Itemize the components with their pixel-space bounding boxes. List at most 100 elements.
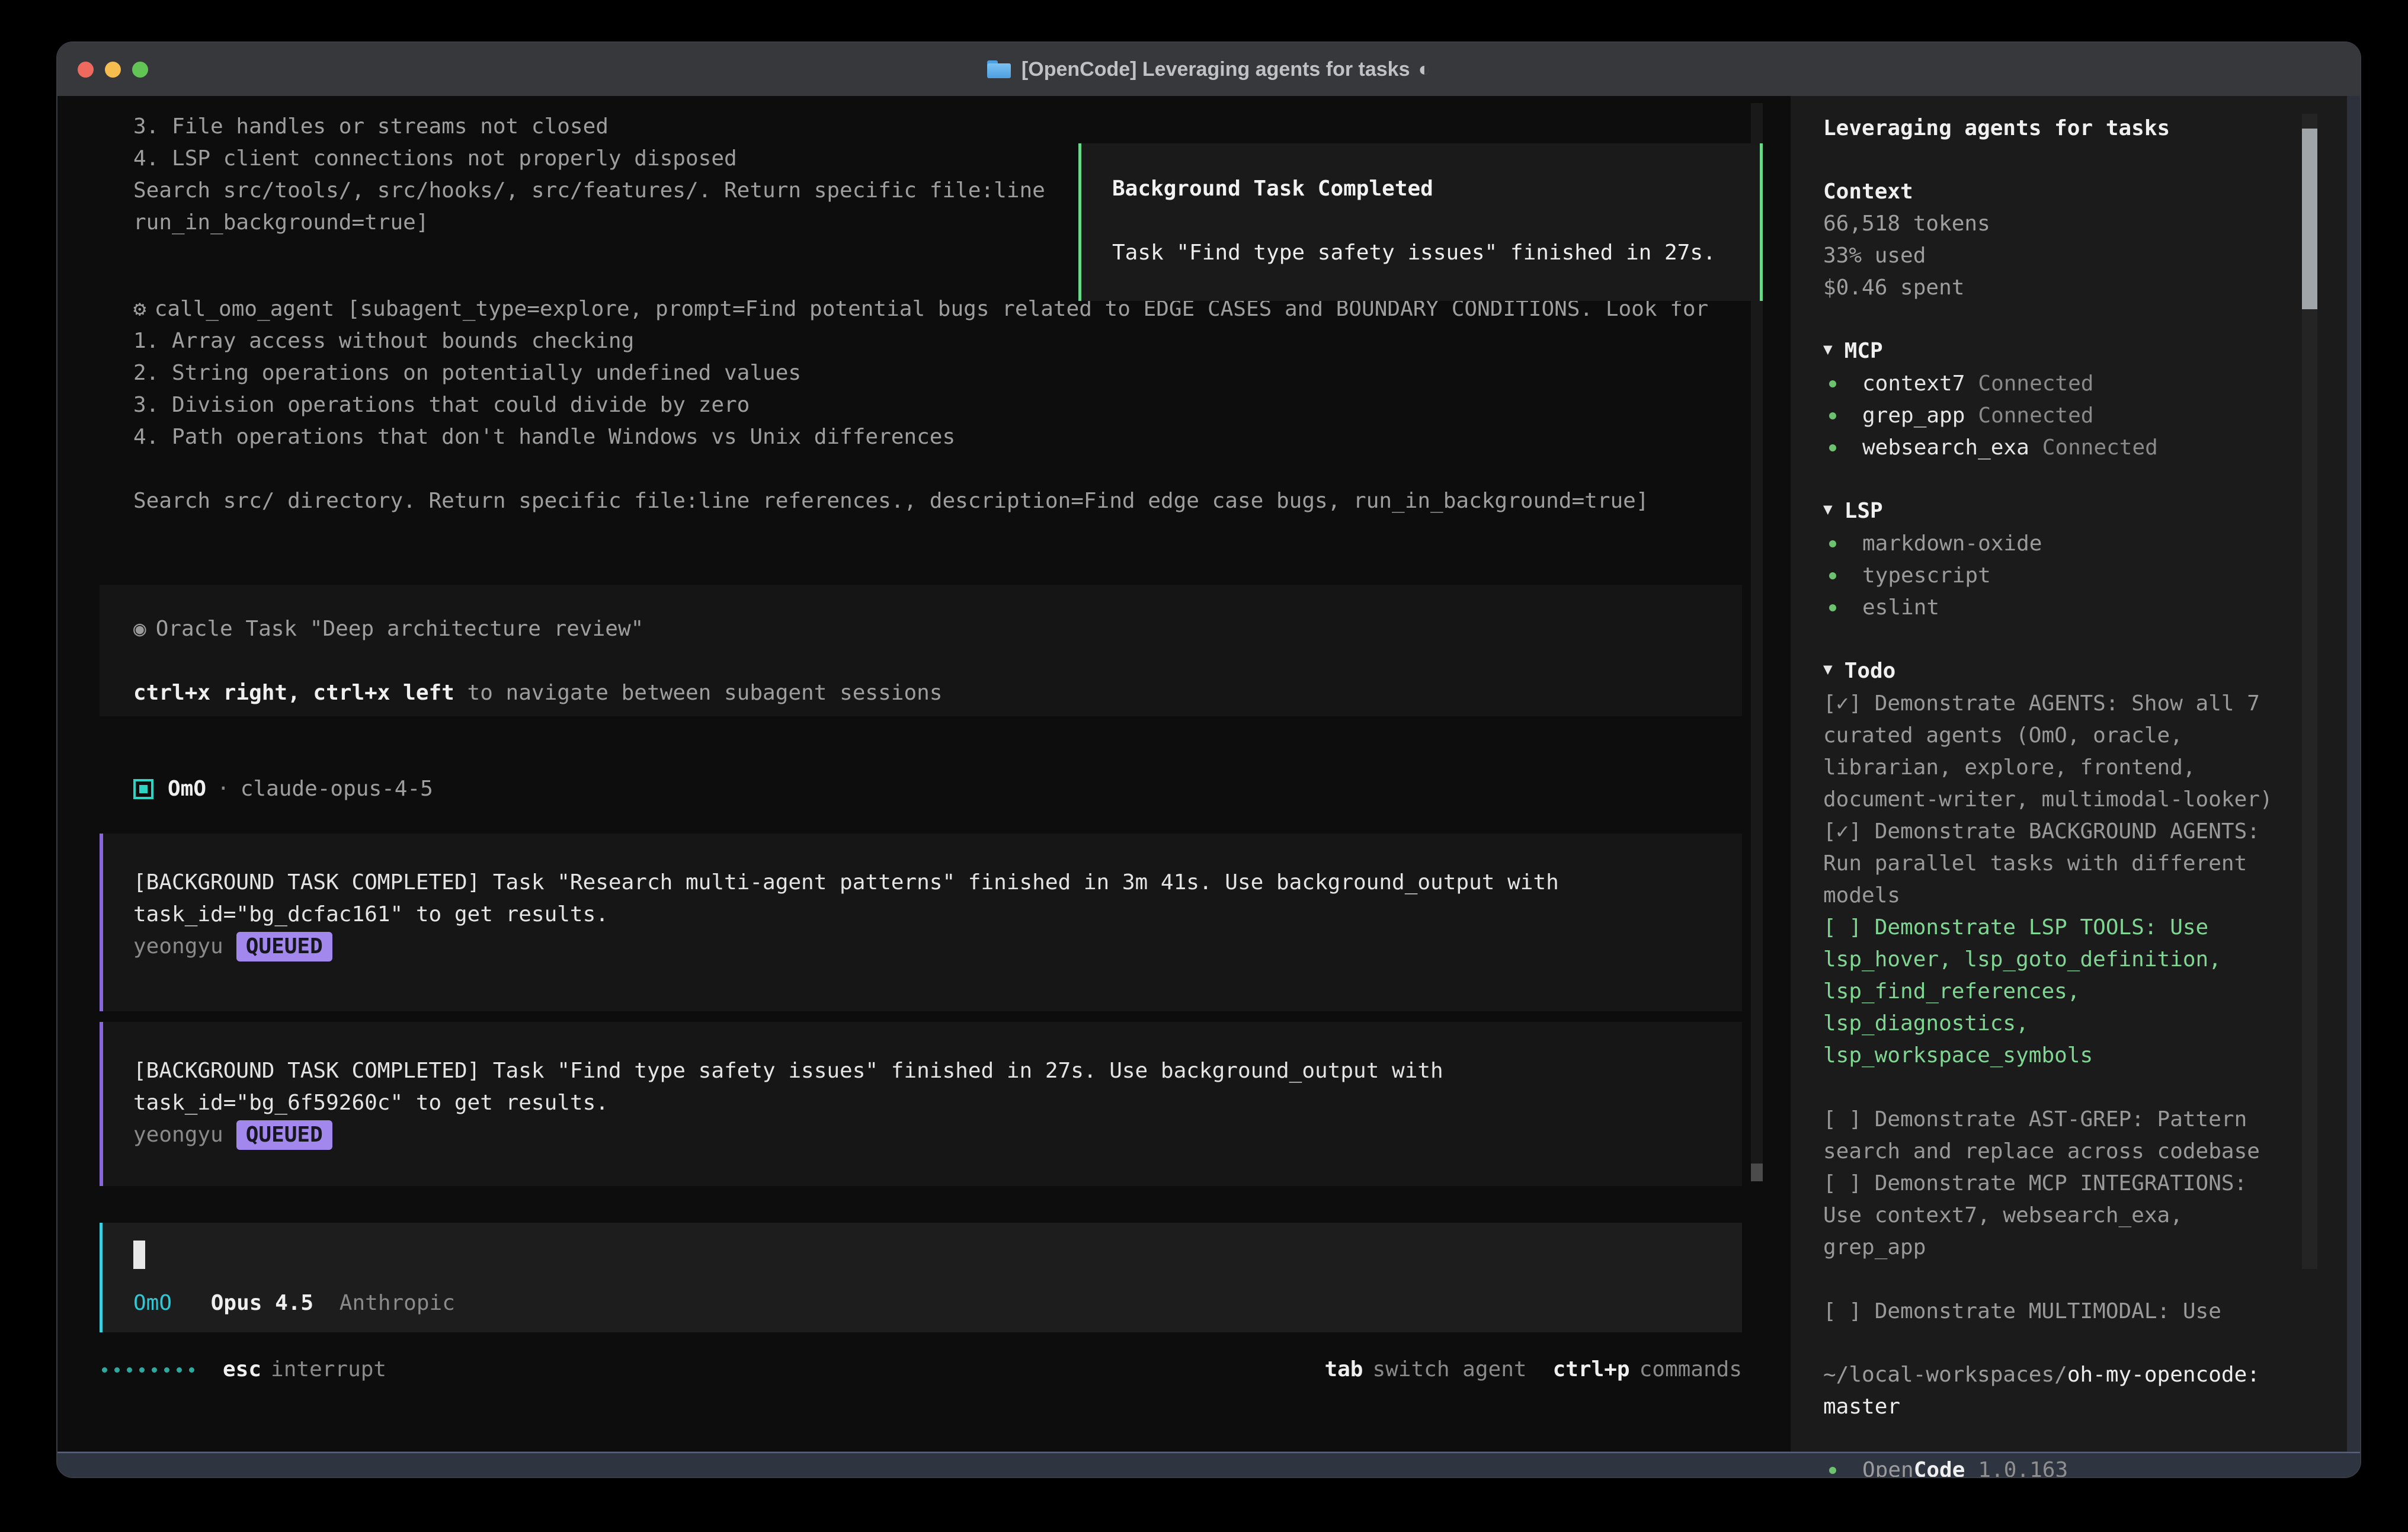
mcp-name: websearch_exa bbox=[1862, 435, 2029, 460]
sidebar: Leveraging agents for tasks Context 66,5… bbox=[1791, 96, 2360, 1451]
todo-item-done: [✓] Demonstrate AGENTS: Show all 7 curat… bbox=[1823, 688, 2295, 816]
commands-key-hint: ctrl+p bbox=[1553, 1357, 1630, 1382]
task-line: task_id="bg_dcfac161" to get results. bbox=[133, 899, 1718, 931]
close-button-icon[interactable] bbox=[78, 62, 94, 78]
agent-model: claude-opus-4-5 bbox=[241, 773, 433, 805]
context-heading: Context bbox=[1823, 176, 2295, 208]
todo-item-pending: [ ] Demonstrate MULTIMODAL: Use bbox=[1823, 1296, 2295, 1328]
oracle-task-label: Oracle Task "Deep architecture review" bbox=[156, 617, 644, 641]
collapse-arrow-icon[interactable]: ▼ bbox=[1823, 493, 1833, 525]
background-task-message: [BACKGROUND TASK COMPLETED] Task "Find t… bbox=[100, 1022, 1742, 1186]
app-version: 1.0.163 bbox=[1978, 1458, 2068, 1478]
traffic-lights bbox=[78, 62, 148, 78]
workspace-section: ~/local-workspaces/oh-my-opencode: maste… bbox=[1823, 1359, 2295, 1423]
app-name-bold: Code bbox=[1914, 1458, 1965, 1478]
context-section: Context 66,518 tokens 33% used $0.46 spe… bbox=[1823, 176, 2295, 304]
todo-item-current: [ ] Demonstrate LSP TOOLS: Use lsp_hover… bbox=[1823, 912, 2295, 1072]
zoom-button-icon[interactable] bbox=[132, 62, 148, 78]
app-window: [OpenCode] Leveraging agents for tasks ◐… bbox=[56, 41, 2361, 1478]
workspace-repo: oh-my-opencode: bbox=[2067, 1363, 2260, 1387]
status-dot-icon bbox=[1829, 572, 1836, 579]
minimize-button-icon[interactable] bbox=[105, 62, 121, 78]
mcp-status: Connected bbox=[1978, 403, 2093, 428]
tool-call-item: 4. Path operations that don't handle Win… bbox=[133, 421, 1708, 453]
todo-section: ▼ Todo [✓] Demonstrate AGENTS: Show all 7… bbox=[1823, 655, 2295, 1328]
version-row: OpenCode 1.0.163 bbox=[1823, 1454, 2295, 1478]
lsp-name: typescript bbox=[1862, 563, 1991, 588]
workspace-path-prefix: ~/local-workspaces/ bbox=[1823, 1363, 2067, 1387]
task-user: yeongyu bbox=[133, 931, 223, 963]
scrollback-intro: 3. File handles or streams not closed 4.… bbox=[133, 111, 1045, 239]
workspace-branch: master bbox=[1823, 1391, 2295, 1423]
tool-call-tail: Search src/ directory. Return specific f… bbox=[133, 485, 1708, 517]
todo-item-pending: [ ] Demonstrate AST-GREP: Pattern search… bbox=[1823, 1104, 2295, 1168]
status-dot-icon bbox=[1829, 1467, 1836, 1474]
lsp-section: ▼ LSP markdown-oxide typescript eslint bbox=[1823, 495, 2295, 624]
scrollback-line: 3. File handles or streams not closed bbox=[133, 111, 1045, 143]
status-badge: QUEUED bbox=[236, 932, 332, 961]
task-user: yeongyu bbox=[133, 1119, 223, 1151]
tool-call-item: 1. Array access without bounds checking bbox=[133, 325, 1708, 357]
mcp-item: context7 Connected bbox=[1823, 368, 2295, 400]
input-agent-name: OmO bbox=[133, 1291, 172, 1315]
todo-item-pending: [ ] Demonstrate MCP INTEGRATIONS: Use co… bbox=[1823, 1168, 2295, 1264]
lsp-heading: LSP bbox=[1845, 499, 1883, 523]
notification-body: Task "Find type safety issues" finished … bbox=[1112, 237, 1736, 269]
oracle-session-icon: ◉ bbox=[133, 617, 146, 641]
todo-heading: Todo bbox=[1845, 659, 1896, 683]
scrollback-line: run_in_background=true] bbox=[133, 207, 1045, 239]
mcp-name: grep_app bbox=[1862, 403, 1965, 428]
mcp-item: grep_app Connected bbox=[1823, 400, 2295, 432]
main-scrollbar-thumb[interactable] bbox=[1751, 1164, 1763, 1181]
agent-square-icon bbox=[133, 779, 153, 799]
agent-header: OmO · claude-opus-4-5 bbox=[133, 773, 433, 805]
context-used: 33% used bbox=[1823, 240, 2295, 272]
context-tokens: 66,518 tokens bbox=[1823, 208, 2295, 240]
task-line: [BACKGROUND TASK COMPLETED] Task "Find t… bbox=[133, 1055, 1718, 1087]
prompt-input[interactable]: OmO Opus 4.5 Anthropic bbox=[100, 1223, 1742, 1332]
session-title: Leveraging agents for tasks bbox=[1823, 113, 2295, 145]
sidebar-scrollbar-thumb[interactable] bbox=[2302, 129, 2317, 309]
agent-name: OmO bbox=[168, 773, 206, 805]
mcp-heading: MCP bbox=[1845, 339, 1883, 363]
task-line: [BACKGROUND TASK COMPLETED] Task "Resear… bbox=[133, 867, 1718, 899]
tab-key-label: switch agent bbox=[1372, 1357, 1526, 1382]
status-dot-icon bbox=[1829, 604, 1836, 611]
tab-key-hint: tab bbox=[1324, 1357, 1363, 1382]
collapse-arrow-icon[interactable]: ▼ bbox=[1823, 653, 1833, 685]
esc-key-label: interrupt bbox=[271, 1354, 386, 1386]
lsp-name: eslint bbox=[1862, 595, 1939, 620]
mcp-status: Connected bbox=[1978, 371, 2093, 396]
sidebar-scrollbar[interactable] bbox=[2302, 114, 2317, 1269]
lsp-item: markdown-oxide bbox=[1823, 528, 2295, 560]
background-task-notification: Background Task Completed Task "Find typ… bbox=[1078, 143, 1763, 301]
status-dot-icon bbox=[1829, 444, 1836, 451]
title-bar: [OpenCode] Leveraging agents for tasks ◐ bbox=[57, 43, 2360, 96]
tool-call-item: 3. Division operations that could divide… bbox=[133, 389, 1708, 421]
lsp-item: typescript bbox=[1823, 560, 2295, 592]
keybind-hint-label: to navigate between subagent sessions bbox=[454, 681, 943, 705]
scrollback-line: 4. LSP client connections not properly d… bbox=[133, 143, 1045, 175]
lsp-name: markdown-oxide bbox=[1862, 531, 2042, 556]
app-name-prefix: Open bbox=[1862, 1458, 1914, 1478]
terminal-main-pane: 3. File handles or streams not closed 4.… bbox=[57, 96, 1791, 1451]
tool-call-item: 2. String operations on potentially unde… bbox=[133, 357, 1708, 389]
keybind-hint: ctrl+x right, ctrl+x left bbox=[133, 681, 454, 705]
notification-title: Background Task Completed bbox=[1112, 173, 1736, 205]
esc-key-hint: esc bbox=[223, 1354, 261, 1386]
status-dot-icon bbox=[1829, 540, 1836, 547]
collapse-arrow-icon[interactable]: ▼ bbox=[1823, 334, 1833, 366]
window-title: [OpenCode] Leveraging agents for tasks bbox=[1022, 53, 1410, 85]
status-dot-icon bbox=[1829, 412, 1836, 419]
window-right-edge bbox=[2347, 96, 2360, 1451]
background-task-message: [BACKGROUND TASK COMPLETED] Task "Resear… bbox=[100, 834, 1742, 1011]
status-badge: QUEUED bbox=[236, 1120, 332, 1150]
status-dot-icon bbox=[1829, 380, 1836, 387]
tool-call-block: ⚙call_omo_agent [subagent_type=explore, … bbox=[133, 293, 1708, 517]
mcp-status: Connected bbox=[2042, 435, 2158, 460]
task-line: task_id="bg_6f59260c" to get results. bbox=[133, 1087, 1718, 1119]
scrollback-line: Search src/tools/, src/hooks/, src/featu… bbox=[133, 175, 1045, 207]
input-provider-name: Anthropic bbox=[340, 1291, 455, 1315]
mcp-name: context7 bbox=[1862, 371, 1965, 396]
lsp-item: eslint bbox=[1823, 592, 2295, 624]
